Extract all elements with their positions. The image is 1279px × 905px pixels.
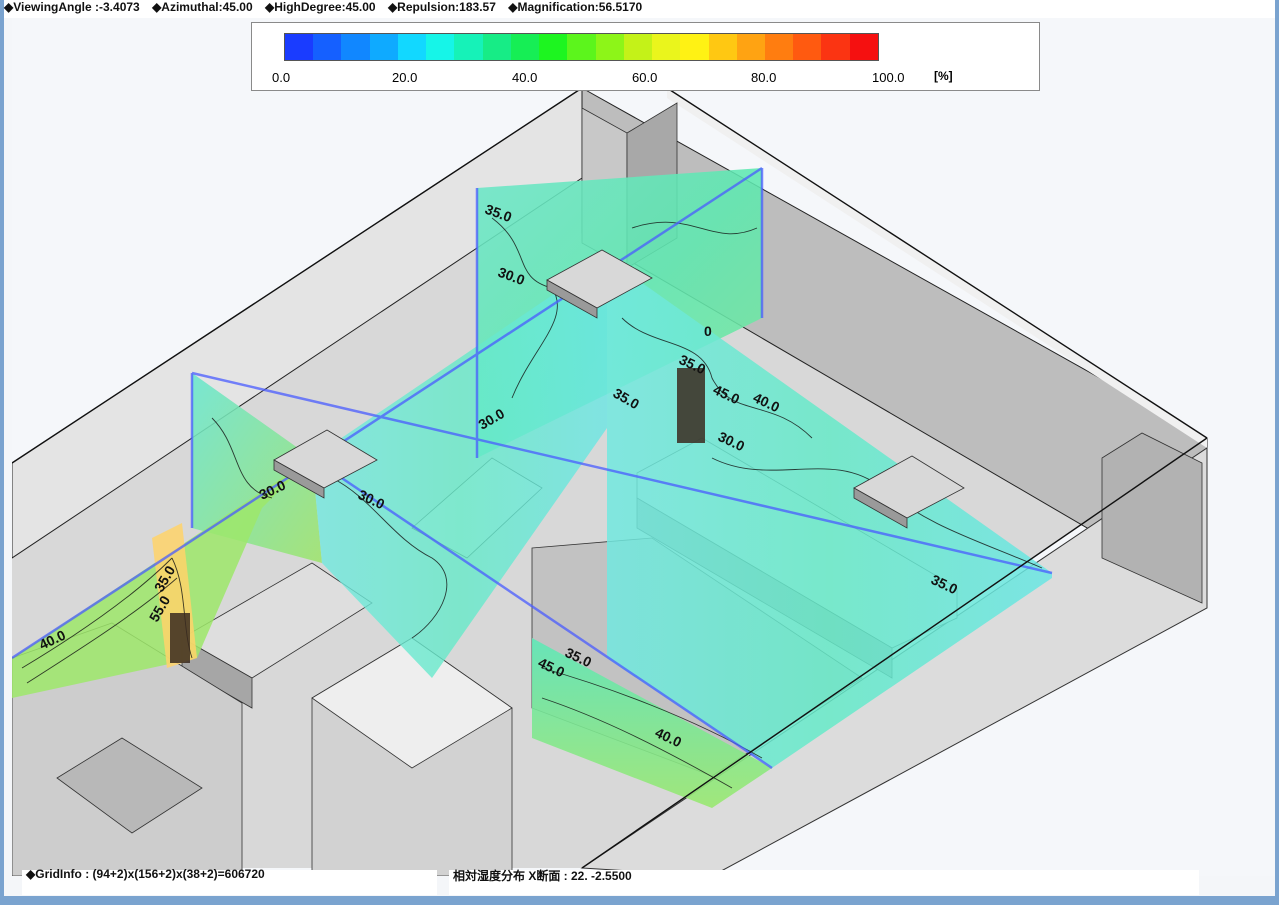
heater-unit-right	[677, 368, 705, 443]
color-scale-legend: 0.0 20.0 40.0 60.0 80.0 100.0 [%]	[251, 22, 1040, 91]
color-scale-swatch	[623, 34, 653, 60]
color-scale-swatch	[313, 34, 342, 60]
color-scale-swatch	[595, 34, 624, 60]
window-bottom-border	[4, 896, 1275, 905]
color-scale-swatch	[285, 34, 314, 60]
color-scale-swatch	[539, 34, 568, 60]
scale-unit-label: [%]	[934, 69, 953, 83]
cross-section-info-panel: 相対湿度分布 X断面 : 22. -2.5500	[449, 869, 1199, 895]
color-scale-swatch	[652, 34, 681, 60]
scale-tick-label: 20.0	[392, 70, 418, 85]
contour-label: 0	[704, 323, 712, 339]
color-scale-swatch	[736, 34, 765, 60]
3d-viewport[interactable]: 35.0 30.0 0 35.0 35.0 45.0 40.0 30.0 30.…	[12, 18, 1275, 876]
color-scale-swatch	[821, 34, 850, 60]
grid-info-text: ◆GridInfo : (94+2)x(156+2)x(38+2)=606720	[26, 867, 265, 881]
color-scale-swatch	[397, 34, 427, 60]
scale-tick-label: 0.0	[272, 70, 291, 85]
magnification-readout: ◆Magnification:56.5170	[508, 0, 643, 14]
color-scale-swatch	[510, 34, 540, 60]
color-scale-swatch	[708, 34, 737, 60]
high-degree-readout: ◆HighDegree:45.00	[265, 0, 376, 14]
scale-tick-label: 80.0	[751, 70, 777, 85]
color-scale-swatch	[341, 34, 370, 60]
scale-tick-label: 40.0	[512, 70, 538, 85]
color-scale-swatch	[680, 34, 709, 60]
color-scale-swatch	[849, 34, 878, 60]
color-scale-bar	[284, 33, 879, 61]
azimuthal-readout: ◆Azimuthal:45.00	[152, 0, 253, 14]
scale-tick-label: 60.0	[632, 70, 658, 85]
heater-unit-left	[170, 613, 190, 663]
color-scale-swatch	[369, 34, 398, 60]
repulsion-readout: ◆Repulsion:183.57	[387, 0, 496, 14]
color-scale-swatch	[426, 34, 455, 60]
room-3d-scene[interactable]: 35.0 30.0 0 35.0 35.0 45.0 40.0 30.0 30.…	[12, 18, 1275, 876]
window-frame: ◆ViewingAngle :-3.4073 ◆Azimuthal:45.00 …	[0, 0, 1279, 905]
color-scale-swatch	[793, 34, 822, 60]
view-parameters-bar: ◆ViewingAngle :-3.4073 ◆Azimuthal:45.00 …	[4, 0, 1275, 18]
viewing-angle-readout: ◆ViewingAngle :-3.4073	[4, 0, 140, 14]
cross-section-info-text: 相対湿度分布 X断面 : 22. -2.5500	[453, 869, 632, 883]
grid-info-panel: ◆GridInfo : (94+2)x(156+2)x(38+2)=606720	[22, 867, 437, 895]
color-scale-swatch	[567, 34, 596, 60]
color-scale-swatch	[454, 34, 483, 60]
color-scale-swatch	[764, 34, 794, 60]
color-scale-swatch	[482, 34, 511, 60]
scale-tick-label: 100.0	[872, 70, 905, 85]
